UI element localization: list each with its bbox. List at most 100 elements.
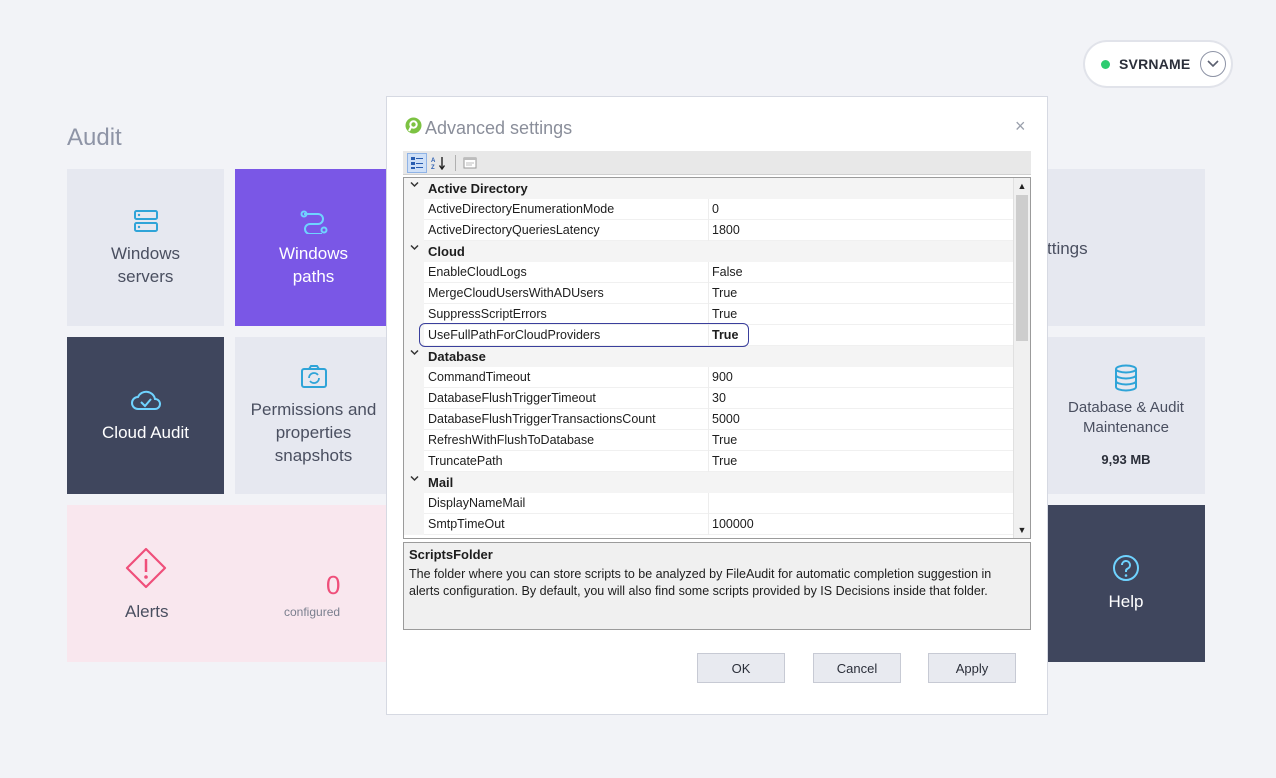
grid-property-value[interactable]: True bbox=[712, 433, 737, 447]
grid-property-value[interactable]: True bbox=[712, 307, 737, 321]
grid-property-value[interactable]: 100000 bbox=[712, 517, 754, 531]
grid-property-name: ActiveDirectoryQueriesLatency bbox=[428, 223, 600, 237]
toolbar-separator bbox=[455, 154, 456, 171]
grid-category-row[interactable]: Mail bbox=[404, 472, 1013, 493]
grid-property-name: TruncatePath bbox=[428, 454, 503, 468]
grid-row-gutter bbox=[404, 493, 424, 514]
tile-database-maintenance[interactable]: Database & Audit Maintenance 9,93 MB bbox=[1047, 337, 1205, 494]
grid-row-gutter bbox=[404, 262, 424, 283]
grid-column-divider bbox=[708, 304, 709, 325]
section-title: Audit bbox=[67, 124, 122, 151]
tile-windows-servers[interactable]: Windows servers bbox=[67, 169, 224, 326]
grid-property-row[interactable]: RefreshWithFlushToDatabase True bbox=[404, 430, 1013, 451]
dialog-title: Advanced settings bbox=[425, 118, 573, 138]
cancel-button[interactable]: Cancel bbox=[813, 653, 901, 683]
grid-column-divider bbox=[708, 451, 709, 472]
tile-label: ttings bbox=[1047, 239, 1088, 258]
property-grid[interactable]: SmtpTimeOut 100000 DisplayNameMail Mail Trun… bbox=[403, 177, 1031, 539]
grid-property-value[interactable]: 900 bbox=[712, 370, 733, 384]
description-panel: ScriptsFolder The folder where you can s… bbox=[403, 542, 1031, 630]
collapse-chevron-icon[interactable] bbox=[410, 243, 419, 255]
server-icon bbox=[133, 208, 159, 234]
grid-property-value[interactable]: True bbox=[712, 454, 737, 468]
grid-column-divider bbox=[708, 367, 709, 388]
fileaudit-logo-icon bbox=[405, 117, 422, 139]
apply-button[interactable]: Apply bbox=[928, 653, 1016, 683]
grid-property-value[interactable]: 5000 bbox=[712, 412, 740, 426]
ok-button[interactable]: OK bbox=[697, 653, 785, 683]
grid-row-gutter bbox=[404, 388, 424, 409]
warning-icon bbox=[124, 546, 168, 590]
grid-column-divider bbox=[708, 430, 709, 451]
description-title: ScriptsFolder bbox=[409, 547, 493, 562]
property-pages-icon[interactable] bbox=[460, 153, 480, 173]
grid-column-divider bbox=[708, 199, 709, 220]
collapse-chevron-icon[interactable] bbox=[410, 474, 419, 486]
scrollbar-thumb[interactable] bbox=[1016, 195, 1028, 341]
grid-property-value[interactable]: True bbox=[712, 286, 737, 300]
grid-property-row[interactable]: EnableCloudLogs False bbox=[404, 262, 1013, 283]
categorized-view-icon[interactable] bbox=[407, 152, 427, 173]
tile-help[interactable]: Help bbox=[1047, 505, 1205, 662]
tile-permissions-snapshots[interactable]: Permissions and properties snapshots bbox=[235, 337, 392, 494]
grid-property-row[interactable]: MergeCloudUsersWithADUsers True bbox=[404, 283, 1013, 304]
grid-property-name: EnableCloudLogs bbox=[428, 265, 527, 279]
grid-property-row[interactable]: DatabaseFlushTriggerTransactionsCount 500… bbox=[404, 409, 1013, 430]
grid-category-row[interactable]: Database bbox=[404, 346, 1013, 367]
grid-category-name: Database bbox=[428, 349, 486, 364]
grid-row-gutter bbox=[404, 304, 424, 325]
alerts-count: 0 bbox=[326, 570, 341, 600]
scroll-up-arrow-icon[interactable]: ▲ bbox=[1016, 179, 1028, 193]
camera-refresh-icon bbox=[300, 364, 328, 390]
grid-column-divider bbox=[708, 493, 709, 514]
tile-windows-paths[interactable]: Windows paths bbox=[235, 169, 392, 326]
close-icon[interactable]: × bbox=[1015, 117, 1026, 135]
grid-category-row[interactable]: Cloud bbox=[404, 241, 1013, 262]
alphabetical-sort-icon[interactable]: AZ bbox=[429, 153, 449, 173]
grid-property-value[interactable]: False bbox=[712, 265, 743, 279]
svg-text:Z: Z bbox=[431, 165, 435, 170]
grid-property-value[interactable]: 30 bbox=[712, 391, 726, 405]
grid-property-row[interactable]: TruncatePath True bbox=[404, 451, 1013, 472]
tile-settings[interactable]: ttings bbox=[1047, 169, 1205, 326]
server-selector[interactable]: SVRNAME bbox=[1085, 42, 1231, 86]
grid-property-name: MergeCloudUsersWithADUsers bbox=[428, 286, 604, 300]
grid-category-name: Mail bbox=[428, 475, 454, 490]
grid-property-row[interactable]: ActiveDirectoryEnumerationMode 0 bbox=[404, 199, 1013, 220]
highlighted-setting-outline bbox=[419, 323, 749, 347]
grid-property-name: ActiveDirectoryEnumerationMode bbox=[428, 202, 615, 216]
grid-property-name: SmtpTimeOut bbox=[428, 517, 505, 531]
grid-property-value[interactable]: 1800 bbox=[712, 223, 740, 237]
grid-category-row[interactable]: Active Directory bbox=[404, 178, 1013, 199]
grid-scrollbar[interactable]: ▲ ▼ bbox=[1013, 178, 1030, 538]
tile-label: Help bbox=[1108, 592, 1144, 611]
chevron-down-icon[interactable] bbox=[1200, 51, 1227, 77]
tile-cloud-audit[interactable]: Cloud Audit bbox=[67, 337, 224, 494]
grid-column-divider bbox=[708, 514, 709, 535]
collapse-chevron-icon[interactable] bbox=[410, 180, 419, 192]
grid-row-gutter bbox=[404, 451, 424, 472]
grid-column-divider bbox=[708, 220, 709, 241]
grid-property-row[interactable]: DisplayNameMail bbox=[404, 493, 1013, 514]
description-text: The folder where you can store scripts t… bbox=[409, 567, 992, 598]
collapse-chevron-icon[interactable] bbox=[410, 348, 419, 360]
scroll-down-arrow-icon[interactable]: ▼ bbox=[1016, 523, 1028, 537]
grid-category-name: Cloud bbox=[428, 244, 465, 259]
grid-property-value[interactable]: 0 bbox=[712, 202, 719, 216]
grid-property-row[interactable]: DatabaseFlushTriggerTimeout 30 bbox=[404, 388, 1013, 409]
grid-property-row[interactable]: CommandTimeout 900 bbox=[404, 367, 1013, 388]
tile-label: Permissions and properties snapshots bbox=[250, 400, 377, 465]
tile-label: Cloud Audit bbox=[102, 423, 189, 442]
grid-property-row[interactable]: ActiveDirectoryQueriesLatency 1800 bbox=[404, 220, 1013, 241]
grid-property-name: DatabaseFlushTriggerTimeout bbox=[428, 391, 596, 405]
server-status-dot bbox=[1101, 59, 1110, 69]
grid-row-gutter bbox=[404, 220, 424, 241]
tile-label: Database & Audit Maintenance bbox=[1068, 399, 1184, 436]
tile-alerts[interactable] bbox=[67, 505, 392, 662]
tile-label: Windows servers bbox=[111, 243, 180, 286]
grid-row-gutter bbox=[404, 283, 424, 304]
grid-property-name: RefreshWithFlushToDatabase bbox=[428, 433, 595, 447]
grid-property-row[interactable]: SuppressScriptErrors True bbox=[404, 304, 1013, 325]
grid-property-name: DatabaseFlushTriggerTransactionsCount bbox=[428, 412, 656, 426]
grid-property-row[interactable]: SmtpTimeOut 100000 bbox=[404, 514, 1013, 535]
